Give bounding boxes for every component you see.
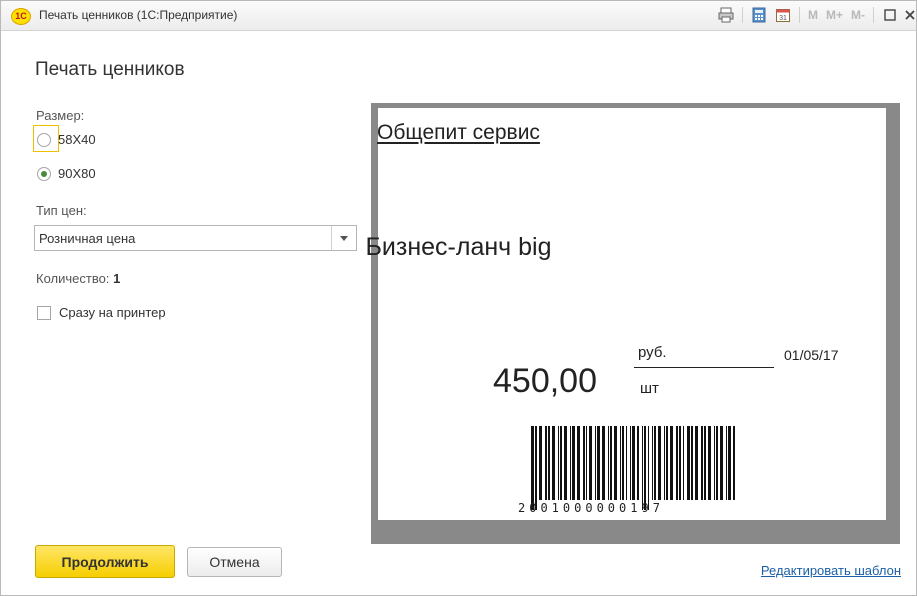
preview-company-text: Общепит сервис [377,121,540,144]
barcode-bar [583,426,585,500]
barcode-bar [548,426,550,500]
calendar-icon[interactable]: 31 [773,5,793,25]
radio-circle-selected[interactable] [37,166,51,181]
barcode-bar [726,426,727,500]
barcode-bar [552,426,555,500]
preview-barcode-number: 2001000000197 [518,501,664,515]
barcode-bar [695,426,698,500]
barcode-bar [679,426,681,500]
barcode-bar [701,426,703,500]
barcode-bar [539,426,542,500]
memory-plus-button[interactable]: M+ [826,8,843,22]
radio-size-90x80[interactable]: 90X80 [37,166,96,181]
barcode-bar [728,426,731,500]
edit-template-link[interactable]: Редактировать шаблон [761,563,901,578]
barcode-bar [597,426,600,500]
checkbox-box[interactable] [37,305,51,320]
toolbar-divider [873,7,874,23]
preview-price: 450,00 [493,362,597,400]
preview-company: Общепит сервис [0,121,917,145]
quantity-row: Количество: 1 [36,271,120,286]
barcode-bar [683,426,684,500]
price-type-label: Тип цен: [36,203,87,218]
form-title: Печать ценников [35,59,185,80]
barcode-bar [632,426,635,500]
barcode-bar [708,426,711,500]
barcode-bar [654,426,656,500]
barcode-bar [570,426,571,500]
barcode-bar [630,426,631,500]
window-title: Печать ценников (1С:Предприятие) [39,8,238,22]
barcode-bar [608,426,609,500]
barcode-bar [691,426,693,500]
radio-label: 90X80 [58,166,96,181]
quantity-label: Количество: [36,271,110,286]
barcode-bar [637,426,639,500]
barcode-bar [666,426,668,500]
barcode-bar [620,426,621,500]
barcode-bar [644,426,646,510]
barcode-bar [577,426,580,500]
toolbar-divider [798,7,800,23]
title-bar: 1С Печать ценников (1С:Предприятие) 31 M… [1,1,916,31]
barcode-bar [586,426,587,500]
barcode-bar [716,426,718,500]
barcode-bar [595,426,596,500]
barcode-bar [704,426,706,500]
barcode-bar [676,426,678,500]
barcode-bar [733,426,735,500]
barcode-bar [648,426,649,510]
barcode-bar [572,426,575,500]
memory-minus-button[interactable]: M- [851,8,865,22]
barcode-bar [545,426,547,500]
print-direct-label: Сразу на принтер [59,305,166,320]
close-icon[interactable] [904,5,916,25]
cancel-button[interactable]: Отмена [187,547,282,577]
barcode-bar [610,426,612,500]
print-icon[interactable] [716,5,736,25]
barcode-bar [558,426,559,500]
barcode-bar [614,426,617,500]
calculator-icon[interactable] [749,5,769,25]
quantity-value: 1 [113,271,121,286]
barcode-bar [658,426,661,500]
barcode-bar [622,426,624,500]
barcode-bar [589,426,592,500]
maximize-icon[interactable] [880,5,900,25]
preview-barcode [531,426,735,510]
print-direct-checkbox[interactable]: Сразу на принтер [37,305,166,320]
barcode-bar [602,426,605,500]
barcode-bar [687,426,690,500]
barcode-bar [626,426,627,500]
preview-product-name: Бизнес-ланч big [365,233,552,261]
app-logo: 1С [11,8,31,25]
barcode-bar [714,426,715,500]
barcode-bar [652,426,653,500]
barcode-bar [642,426,643,510]
barcode-bar [531,426,534,510]
preview-divider-line [634,367,774,368]
memory-button[interactable]: M [808,8,818,22]
toolbar-divider [741,7,743,23]
barcode-bar [720,426,723,500]
barcode-bar [535,426,537,510]
preview-currency: руб. [638,344,667,361]
title-bar-tools: 31 M M+ M- [714,4,916,26]
barcode-bar [560,426,562,500]
barcode-bar [664,426,665,500]
continue-button[interactable]: Продолжить [35,545,175,578]
preview-date: 01/05/17 [784,347,839,363]
preview-unit: шт [640,380,659,397]
barcode-bar [564,426,567,500]
calendar-day-label: 31 [779,15,787,22]
barcode-bar [670,426,673,500]
